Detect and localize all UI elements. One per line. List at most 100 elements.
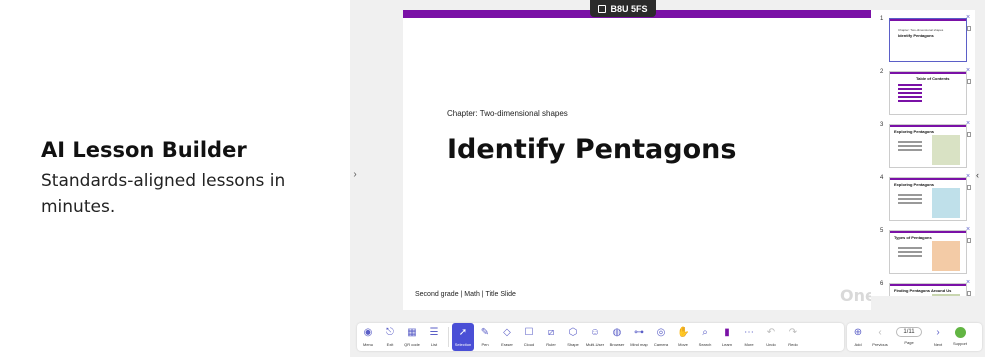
- thumbnail-preview: Exploring Pentagons: [889, 124, 967, 168]
- room-icon: [598, 4, 607, 13]
- thumbnail-preview: Exploring Pentagons: [889, 177, 967, 221]
- copy-icon[interactable]: [967, 185, 971, 190]
- slide-chapter: Chapter: Two-dimensional shapes: [447, 109, 568, 118]
- previous-page-button[interactable]: ‹ Previous: [869, 323, 891, 351]
- ruler-icon: ⧄: [547, 327, 555, 338]
- thumbnail-number: 5: [880, 228, 884, 234]
- thumbnail-number: 6: [880, 281, 884, 287]
- thumbnail-title: Table of Contents: [916, 76, 950, 81]
- thumbnail-title: Exploring Pentagons: [894, 182, 935, 187]
- copy-icon[interactable]: [967, 238, 971, 243]
- current-slide[interactable]: Chapter: Two-dimensional shapes Identify…: [403, 10, 871, 310]
- camera-tool[interactable]: ◎ Camera: [650, 323, 672, 351]
- room-code: B8U 5FS: [610, 3, 648, 14]
- thumbnail-4[interactable]: 4 Exploring Pentagons ×: [871, 173, 975, 225]
- thumbnail-number: 4: [880, 175, 884, 181]
- users-icon: ☺: [589, 327, 601, 338]
- delete-icon[interactable]: ×: [966, 226, 970, 233]
- qr-code-button[interactable]: ▦ QR code: [401, 323, 423, 351]
- delete-icon[interactable]: ×: [966, 14, 970, 21]
- delete-icon[interactable]: ×: [966, 120, 970, 127]
- search-icon: ⌕: [702, 327, 708, 338]
- thumbnail-title: Types of Pentagons: [894, 235, 932, 240]
- redo-icon: ↷: [788, 327, 798, 338]
- copy-icon[interactable]: [967, 132, 971, 137]
- search-tool[interactable]: ⌕ Search: [694, 323, 716, 351]
- exit-button[interactable]: ⎋ Exit: [379, 323, 401, 351]
- browser-tool[interactable]: ◍ Browser: [606, 323, 628, 351]
- move-tool[interactable]: ✋ Move: [672, 323, 694, 351]
- multi-user-tool[interactable]: ☺ Multi-User: [584, 323, 606, 351]
- thumbnail-number: 2: [880, 69, 884, 75]
- cursor-icon: ➚: [458, 327, 468, 338]
- list-button[interactable]: ☰ List: [423, 323, 445, 351]
- undo-button[interactable]: ↶ Undo: [760, 323, 782, 351]
- slide-logo: One: [840, 286, 871, 305]
- camera-icon: ◎: [656, 327, 666, 338]
- delete-icon[interactable]: ×: [966, 173, 970, 180]
- more-tool[interactable]: ⋯ More: [738, 323, 760, 351]
- copy-icon[interactable]: [967, 291, 971, 296]
- thumbnail-title: Finding Pentagons Around Us: [894, 288, 952, 293]
- chevron-left-icon: ‹: [878, 327, 882, 338]
- ruler-tool[interactable]: ⧄ Ruler: [540, 323, 562, 351]
- thumbnail-5[interactable]: 5 Types of Pentagons ×: [871, 226, 975, 278]
- cloud-icon: ☐: [524, 327, 534, 338]
- slide-footer: Second grade | Math | Title Slide: [415, 291, 516, 298]
- add-page-button[interactable]: ⊕ Add: [847, 323, 869, 351]
- learn-tool[interactable]: ▮ Learn: [716, 323, 738, 351]
- thumbnail-chapter: Chapter: Two-dimensional shapes: [898, 28, 944, 32]
- delete-icon[interactable]: ×: [966, 67, 970, 74]
- thumbnail-3[interactable]: 3 Exploring Pentagons ×: [871, 120, 975, 172]
- slide-title: Identify Pentagons: [447, 134, 737, 165]
- cloud-tool[interactable]: ☐ Cloud: [518, 323, 540, 351]
- thumbnail-title: Exploring Pentagons: [894, 129, 935, 134]
- mind-map-icon: ⊶: [634, 327, 644, 338]
- hand-icon: ✋: [677, 327, 690, 338]
- qr-code-icon: ▦: [407, 327, 417, 338]
- room-code-badge[interactable]: B8U 5FS: [590, 0, 656, 17]
- expand-panel-button[interactable]: ›: [350, 168, 360, 182]
- redo-button[interactable]: ↷ Redo: [782, 323, 804, 351]
- thumbnail-1[interactable]: 1 Chapter: Two-dimensional shapes Identi…: [871, 14, 975, 66]
- page-number: 1/11: [896, 327, 922, 337]
- pen-tool[interactable]: ✎ Pen: [474, 323, 496, 351]
- book-icon: ▮: [724, 327, 730, 338]
- promo-panel: AI Lesson Builder Standards-aligned less…: [0, 0, 350, 357]
- eraser-tool[interactable]: ◇ Eraser: [496, 323, 518, 351]
- undo-icon: ↶: [766, 327, 776, 338]
- support-icon: [954, 327, 966, 338]
- collapse-thumbnails-button[interactable]: ‹: [976, 170, 979, 180]
- thumbnail-number: 1: [880, 16, 884, 22]
- thumbnail-preview: Table of Contents: [889, 71, 967, 115]
- pen-icon: ✎: [480, 327, 490, 338]
- menu-icon: ◉: [363, 327, 373, 338]
- page-toolbar: ⊕ Add ‹ Previous 1/11 Page › Next Support: [847, 323, 982, 351]
- thumbnail-preview: Types of Pentagons: [889, 230, 967, 274]
- slide-thumbnails: 1 Chapter: Two-dimensional shapes Identi…: [871, 10, 975, 296]
- globe-icon: ◍: [612, 327, 622, 338]
- shape-tool[interactable]: ⬡ Shape: [562, 323, 584, 351]
- exit-icon: ⎋: [386, 327, 394, 338]
- thumbnail-number: 3: [880, 122, 884, 128]
- page-indicator[interactable]: 1/11 Page: [891, 323, 927, 351]
- menu-button[interactable]: ◉ Menu: [357, 323, 379, 351]
- chevron-right-icon: ›: [936, 327, 940, 338]
- thumbnail-preview: Finding Pentagons Around Us: [889, 283, 967, 296]
- thumbnail-6[interactable]: 6 Finding Pentagons Around Us ×: [871, 279, 975, 296]
- eraser-icon: ◇: [503, 327, 511, 338]
- promo-subtitle: Standards-aligned lessons in minutes.: [41, 171, 286, 217]
- copy-icon[interactable]: [967, 79, 971, 84]
- support-button[interactable]: Support: [949, 323, 971, 351]
- more-icon: ⋯: [744, 327, 754, 338]
- next-page-button[interactable]: › Next: [927, 323, 949, 351]
- mind-map-tool[interactable]: ⊶ Mind map: [628, 323, 650, 351]
- delete-icon[interactable]: ×: [966, 279, 970, 286]
- thumbnail-title: Identify Pentagons: [898, 33, 934, 38]
- list-icon: ☰: [429, 327, 439, 338]
- selection-tool[interactable]: ➚ Selection: [452, 323, 474, 351]
- thumbnail-preview: Chapter: Two-dimensional shapes Identify…: [889, 18, 967, 62]
- copy-icon[interactable]: [967, 26, 971, 31]
- thumbnail-2[interactable]: 2 Table of Contents ×: [871, 67, 975, 119]
- plus-icon: ⊕: [853, 327, 863, 338]
